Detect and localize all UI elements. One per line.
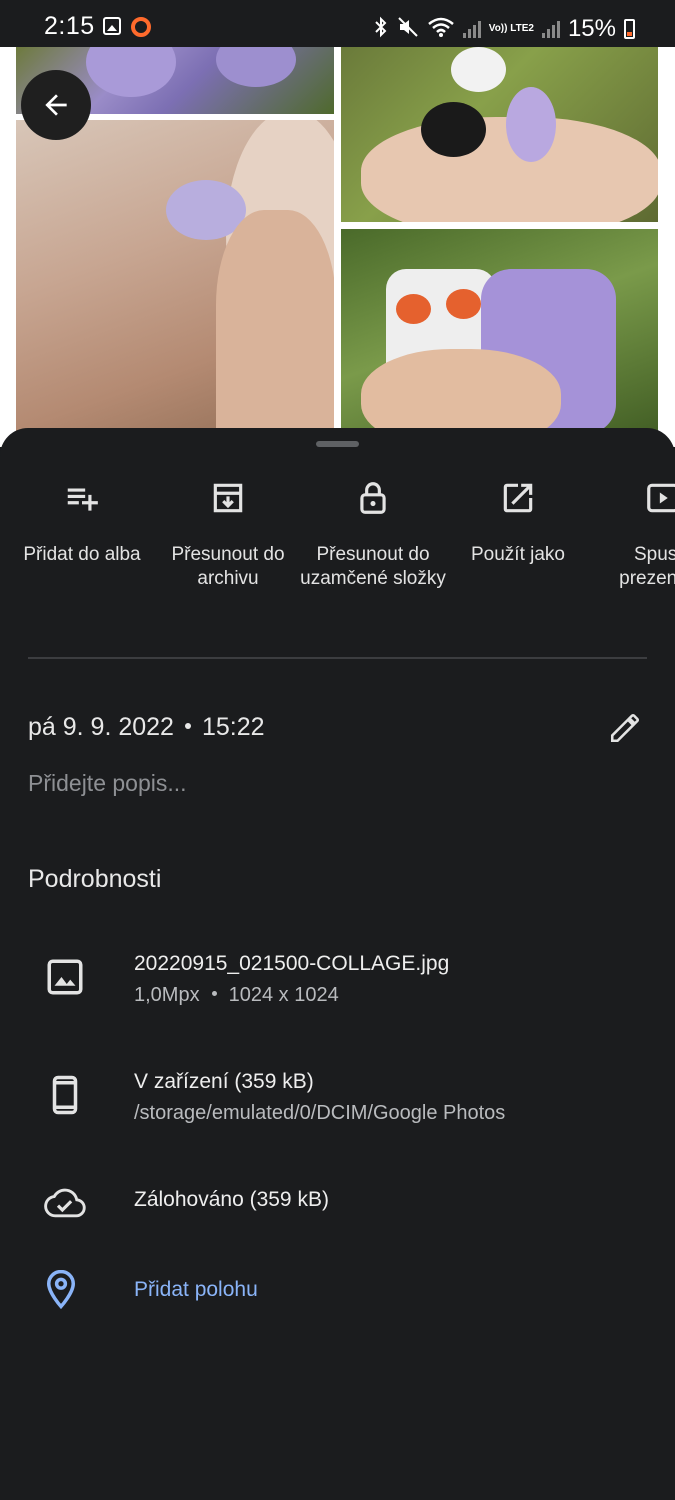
add-to-album-label: Přidat do alba <box>23 544 141 565</box>
info-sheet: Přidat do alba Přesunout do archivu Přes… <box>0 428 675 1500</box>
locked-folder-button[interactable]: Přesunout do uzamčené složky <box>298 478 448 591</box>
archive-label: Přesunout do archivu <box>171 544 285 589</box>
playlist-add-icon <box>67 488 98 511</box>
collage-tile-hand-buds <box>341 47 658 222</box>
archive-icon <box>213 483 243 513</box>
lock-icon <box>360 482 386 514</box>
action-row: Přidat do alba Přesunout do archivu Přes… <box>0 478 675 628</box>
collage-tile-ear <box>16 120 334 447</box>
signal-icon <box>462 20 481 38</box>
locked-folder-label: Přesunout do uzamčené složky <box>300 544 446 589</box>
status-icons: Vo)) LTE2 15% <box>373 15 635 43</box>
date-value: pá 9. 9. 2022 <box>28 713 174 741</box>
signal-icon-2 <box>541 20 560 38</box>
use-as-label: Použít jako <box>471 544 565 565</box>
backup-label: Zálohováno (359 kB) <box>134 1188 329 1211</box>
slideshow-label: Spustit prezentaci <box>619 544 675 589</box>
wifi-icon <box>427 16 455 43</box>
open-in-new-icon <box>503 483 533 513</box>
phone-icon <box>52 1075 78 1115</box>
drag-handle[interactable] <box>316 441 359 447</box>
file-info: 1,0Mpx 1024 x 1024 <box>134 984 339 1007</box>
add-to-album-button[interactable]: Přidat do alba <box>7 478 157 567</box>
description-input[interactable]: Přidejte popis... <box>28 770 187 797</box>
device-path: /storage/emulated/0/DCIM/Google Photos <box>134 1102 506 1124</box>
file-name: 20220915_021500-COLLAGE.jpg <box>134 952 450 975</box>
network-type: Vo)) LTE2 <box>488 23 534 34</box>
status-bar: 2:15 Vo)) LTE2 15% <box>0 0 675 47</box>
cloud-done-icon <box>44 1188 86 1218</box>
date-time: pá 9. 9. 2022 15:22 <box>28 713 265 742</box>
bluetooth-icon <box>373 16 389 43</box>
pencil-icon <box>610 713 640 743</box>
status-time: 2:15 <box>44 12 95 40</box>
image-icon <box>47 959 83 995</box>
separator-dot <box>184 723 191 730</box>
battery-icon <box>624 19 635 39</box>
slideshow-icon <box>647 483 675 513</box>
details-title: Podrobnosti <box>28 865 162 893</box>
battery-percent: 15% <box>567 15 616 42</box>
mute-icon <box>397 16 419 43</box>
archive-button[interactable]: Přesunout do archivu <box>153 478 303 591</box>
collage-tile-cases <box>341 229 658 447</box>
device-label: V zařízení (359 kB) <box>134 1070 314 1093</box>
use-as-button[interactable]: Použít jako <box>443 478 593 567</box>
back-button[interactable] <box>21 70 91 140</box>
arrow-back-icon <box>45 94 67 116</box>
divider <box>28 657 647 659</box>
screen-record-icon <box>131 17 151 37</box>
gallery-icon <box>103 17 121 35</box>
slideshow-button[interactable]: Spustit prezentaci <box>588 478 675 591</box>
location-pin-icon <box>46 1269 76 1310</box>
edit-date-button[interactable] <box>605 708 645 748</box>
time-value: 15:22 <box>201 713 265 741</box>
add-location-label: Přidat polohu <box>134 1278 258 1301</box>
file-resolution: 1024 x 1024 <box>228 984 339 1006</box>
file-megapixels: 1,0Mpx <box>134 984 200 1006</box>
photo-collage[interactable] <box>0 47 675 447</box>
